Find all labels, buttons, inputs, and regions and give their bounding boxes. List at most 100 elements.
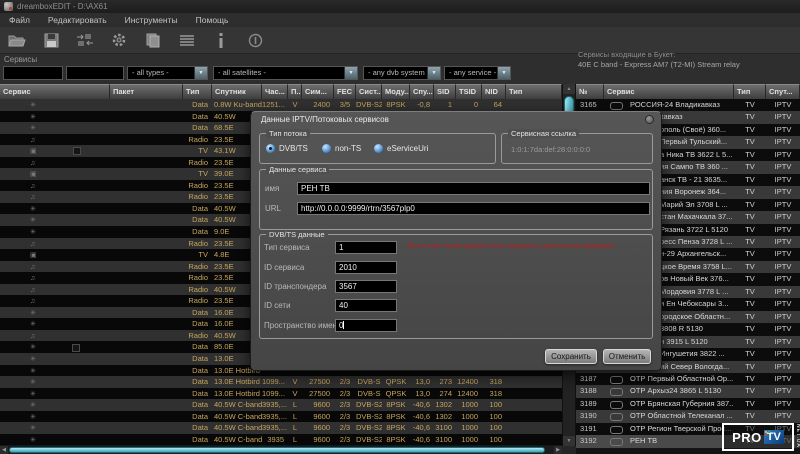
service-row[interactable]: ✳Data0.8W Ku-band ...1251...V24003/5DVB-… <box>0 99 562 111</box>
stream-type-radio-eserviceuri[interactable]: eServiceUri <box>374 144 428 153</box>
scroll-right-icon[interactable]: ▶ <box>554 446 562 454</box>
radio-icon[interactable] <box>266 144 275 153</box>
service-type-filter-select[interactable]: - any service - ▼ <box>444 66 511 80</box>
service-row[interactable]: ✳Data13.0E Hotbird ...1099...V275002/3DV… <box>0 376 562 388</box>
bouquet-row[interactable]: 3187ОТР Первый Областной Ор...TVIPTV <box>576 373 800 385</box>
service-cell-lvl: 13,0 <box>410 376 434 388</box>
bouquet-service-position: IPTV <box>766 373 800 385</box>
bouquet-service-position: IPTV <box>766 286 800 298</box>
service-cell-type: Data <box>183 399 212 411</box>
dvb-field-input-2[interactable]: 2010 <box>335 261 397 274</box>
service-filter-input[interactable] <box>3 66 63 80</box>
left-column-header[interactable]: Час... <box>262 84 288 99</box>
left-column-header[interactable]: NID <box>482 84 506 99</box>
close-icon[interactable] <box>645 115 654 124</box>
stream-type-radio-non-ts[interactable]: non-TS <box>322 144 361 153</box>
left-column-header[interactable]: Сист... <box>356 84 382 99</box>
bouquet-row[interactable]: 3189ОТР Брянская Губерния 387...TVIPTV <box>576 398 800 410</box>
service-cell-sat: 13.0E Hotbird ... <box>212 376 262 388</box>
bouquet-column-header[interactable]: Тип <box>734 84 766 99</box>
service-cell-type: Data <box>183 111 212 123</box>
type-filter-select[interactable]: - all types - ▼ <box>127 66 208 80</box>
bouquet-service-position: IPTV <box>766 311 800 323</box>
services-horizontal-scrollbar[interactable]: ◀ ▶ <box>0 446 562 454</box>
radio-icon[interactable] <box>374 144 383 153</box>
cancel-button[interactable]: Отменить <box>603 349 651 364</box>
service-row[interactable]: ✳Data40.5W C-band3935L96002/3DVB-S28PSK-… <box>0 434 562 446</box>
satellite-filter-select[interactable]: - all satellites - ▼ <box>213 66 358 80</box>
chevron-down-icon[interactable]: ▼ <box>427 67 440 79</box>
settings-gear-icon[interactable] <box>109 31 129 49</box>
service-cell-pak <box>110 168 183 180</box>
scroll-down-icon[interactable]: ▼ <box>563 436 575 446</box>
service-cell-pak <box>110 111 183 123</box>
left-column-header[interactable]: Тип <box>183 84 212 99</box>
service-cell-type: Radio <box>183 180 212 192</box>
save-button[interactable]: Сохранить <box>545 349 597 364</box>
left-column-header[interactable]: Пакет <box>110 84 183 99</box>
copy-icon[interactable] <box>143 31 163 49</box>
transfer-icon[interactable] <box>75 31 95 49</box>
horizontal-scroll-thumb[interactable] <box>9 447 545 453</box>
service-row[interactable]: ✳Data40.5W C-band ...3935,...L96002/3DVB… <box>0 411 562 423</box>
bouquet-service-position: IPTV <box>766 410 800 422</box>
dvb-field-input-3[interactable]: 3567 <box>335 280 397 293</box>
service-row[interactable]: ✳Data13.0E Hotbird ...1099...V275002/3DV… <box>0 388 562 400</box>
scroll-up-icon[interactable]: ▲ <box>563 84 575 94</box>
radio-icon[interactable] <box>322 144 331 153</box>
bouquet-row[interactable]: 3190ОТР Областной Телеканал ...TVIPTV <box>576 410 800 422</box>
bouquet-row[interactable]: 3165РОССИЯ-24 ВладикавказTVIPTV <box>576 99 800 111</box>
service-cell-type: Data <box>183 365 212 377</box>
stream-type-radio-dvb-ts[interactable]: DVB/TS <box>266 144 308 153</box>
service-cell-pak <box>110 434 183 446</box>
left-column-header[interactable]: FEC <box>334 84 356 99</box>
left-column-header[interactable]: Спу... <box>410 84 434 99</box>
service-row[interactable]: ✳Data40.5W C-band ...3935,...L96002/3DVB… <box>0 399 562 411</box>
left-column-header[interactable]: Тип <box>506 84 562 99</box>
left-column-header[interactable]: Моду... <box>382 84 410 99</box>
left-column-header[interactable]: Спутник <box>212 84 262 99</box>
menu-tools[interactable]: Инструменты <box>116 13 187 27</box>
left-column-header[interactable]: П... <box>288 84 302 99</box>
package-filter-input[interactable] <box>66 66 124 80</box>
dvb-field-input-1[interactable]: 1 <box>335 241 397 254</box>
scroll-left-icon[interactable]: ◀ <box>0 446 8 454</box>
service-row[interactable]: ✳Data40.5W C-band ...3935,...L96002/3DVB… <box>0 422 562 434</box>
service-cell-fec: 2/3 <box>334 376 356 388</box>
chevron-down-icon[interactable]: ▼ <box>497 67 510 79</box>
save-icon[interactable] <box>41 31 61 49</box>
service-cell-pak <box>110 272 183 284</box>
service-url-input[interactable]: http://0.0.0.0:9999/rtrn/3567plp0 <box>297 202 650 215</box>
dvb-field-input-5[interactable]: 0 <box>335 319 397 332</box>
radio-service-icon: ♫ <box>0 160 35 167</box>
bouquet-row[interactable]: 3188ОТР Архыз24 3865 L 5130TVIPTV <box>576 385 800 397</box>
menu-file[interactable]: Файл <box>0 13 39 27</box>
service-cell-pak <box>110 99 183 111</box>
dvb-field-label: ID сети <box>264 301 291 310</box>
title-bar[interactable]: dreamboxEDIT - D:\AX61 <box>0 0 800 13</box>
dvb-field-input-4[interactable]: 40 <box>335 299 397 312</box>
chevron-down-icon[interactable]: ▼ <box>194 67 207 79</box>
left-column-header[interactable]: Сим... <box>302 84 334 99</box>
bouquet-column-header[interactable]: № <box>576 84 604 99</box>
service-cell-freq: 3935,... <box>262 411 288 423</box>
chevron-down-icon[interactable]: ▼ <box>344 67 357 79</box>
left-column-header[interactable]: SID <box>434 84 456 99</box>
left-column-header[interactable]: Сервис <box>0 84 110 99</box>
left-column-header[interactable]: TSID <box>456 84 482 99</box>
service-name-input[interactable]: РЕН ТВ <box>297 182 650 195</box>
service-cell-sid: 3100 <box>434 434 456 446</box>
list-icon[interactable] <box>177 31 197 49</box>
service-cell-typ2 <box>506 388 562 400</box>
bouquet-column-header[interactable]: Спут... <box>766 84 800 99</box>
service-status-icon <box>604 373 630 385</box>
service-status-icon <box>604 410 630 422</box>
bouquet-column-header[interactable]: Сервис <box>604 84 734 99</box>
info-icon[interactable] <box>211 31 231 49</box>
menu-edit[interactable]: Редактировать <box>39 13 116 27</box>
dvb-system-filter-select[interactable]: - any dvb system - ▼ <box>363 66 441 80</box>
open-icon[interactable] <box>7 31 27 49</box>
bouquet-service-type: TV <box>734 385 766 397</box>
about-icon[interactable] <box>245 31 265 49</box>
menu-help[interactable]: Помощь <box>187 13 238 27</box>
